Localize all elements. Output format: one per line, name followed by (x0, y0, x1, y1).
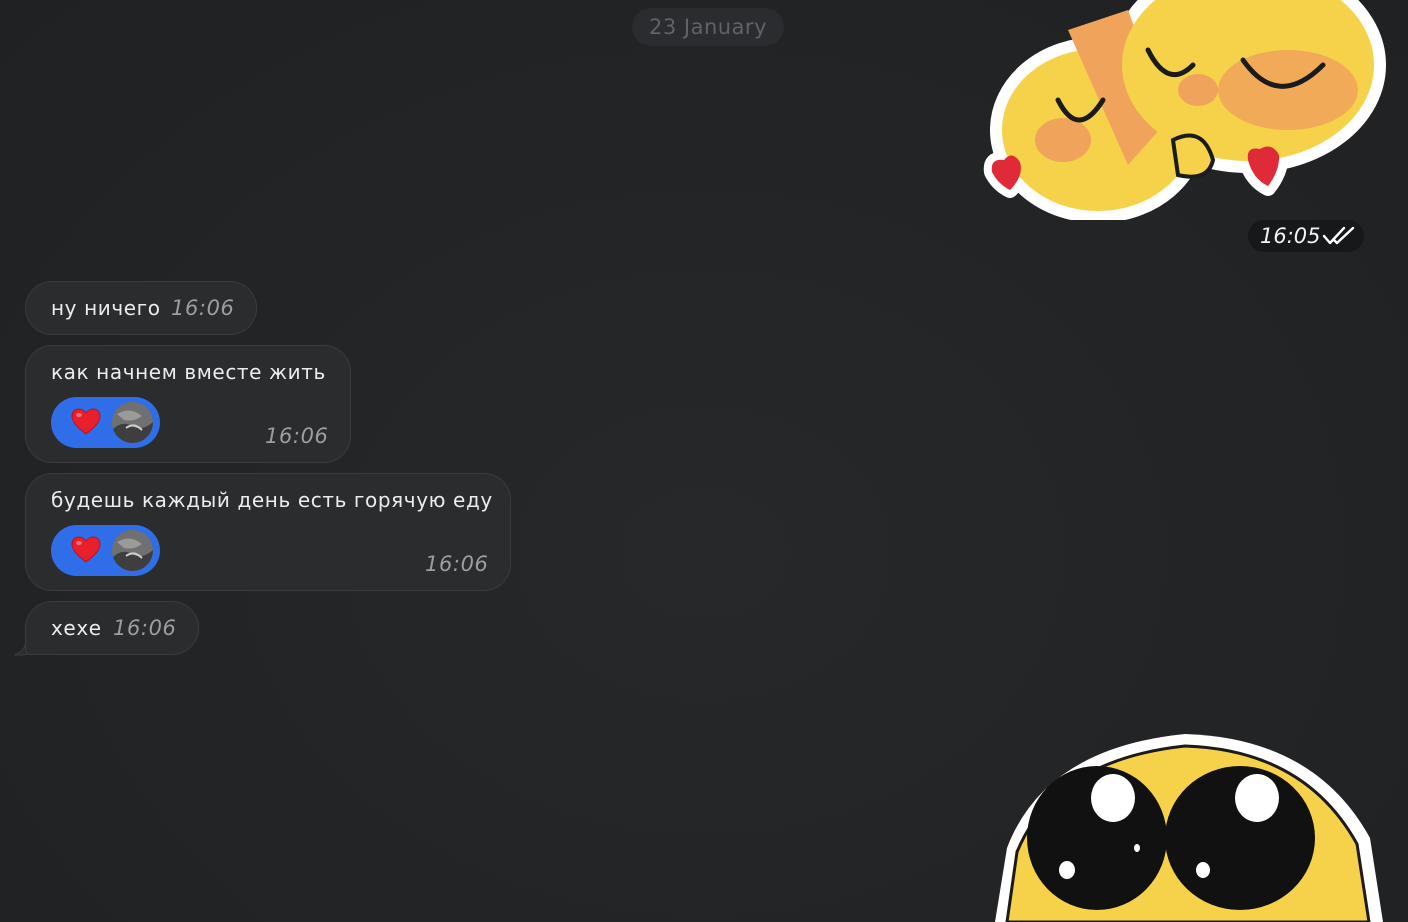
sticker-pleading-face[interactable] (985, 728, 1390, 922)
message-bubble[interactable]: как начнем вместе жить 16:06 (25, 345, 351, 463)
message-bubble[interactable]: ну ничего 16:06 (25, 281, 257, 335)
heart-icon (71, 536, 101, 563)
outgoing-time: 16:05 (1260, 224, 1321, 248)
message-text: ну ничего (51, 296, 161, 320)
message-time: 16:06 (171, 296, 235, 320)
message-time: 16:06 (425, 552, 489, 576)
sticker-hugging-emojis[interactable] (978, 0, 1392, 220)
double-check-icon (1322, 226, 1355, 245)
avatar (112, 530, 153, 571)
outgoing-time-badge: 16:05 (1248, 220, 1364, 252)
message-bubble[interactable]: будешь каждый день есть горячую еду 16:0… (25, 473, 511, 591)
message-text: будешь каждый день есть горячую еду (51, 488, 493, 512)
reaction-chip[interactable] (51, 397, 160, 448)
message-text: как начнем вместе жить (51, 360, 326, 384)
message-text: хехе (51, 616, 102, 640)
chat-view: 23 January 16:05 ну ничего 16:06 как нач… (0, 0, 1408, 922)
message-time: 16:06 (265, 424, 329, 448)
message-bubble[interactable]: хехе 16:06 (25, 601, 199, 655)
message-time: 16:06 (113, 616, 177, 640)
avatar (112, 402, 153, 443)
heart-icon (71, 408, 101, 435)
reaction-chip[interactable] (51, 525, 160, 576)
date-separator: 23 January (632, 8, 784, 46)
